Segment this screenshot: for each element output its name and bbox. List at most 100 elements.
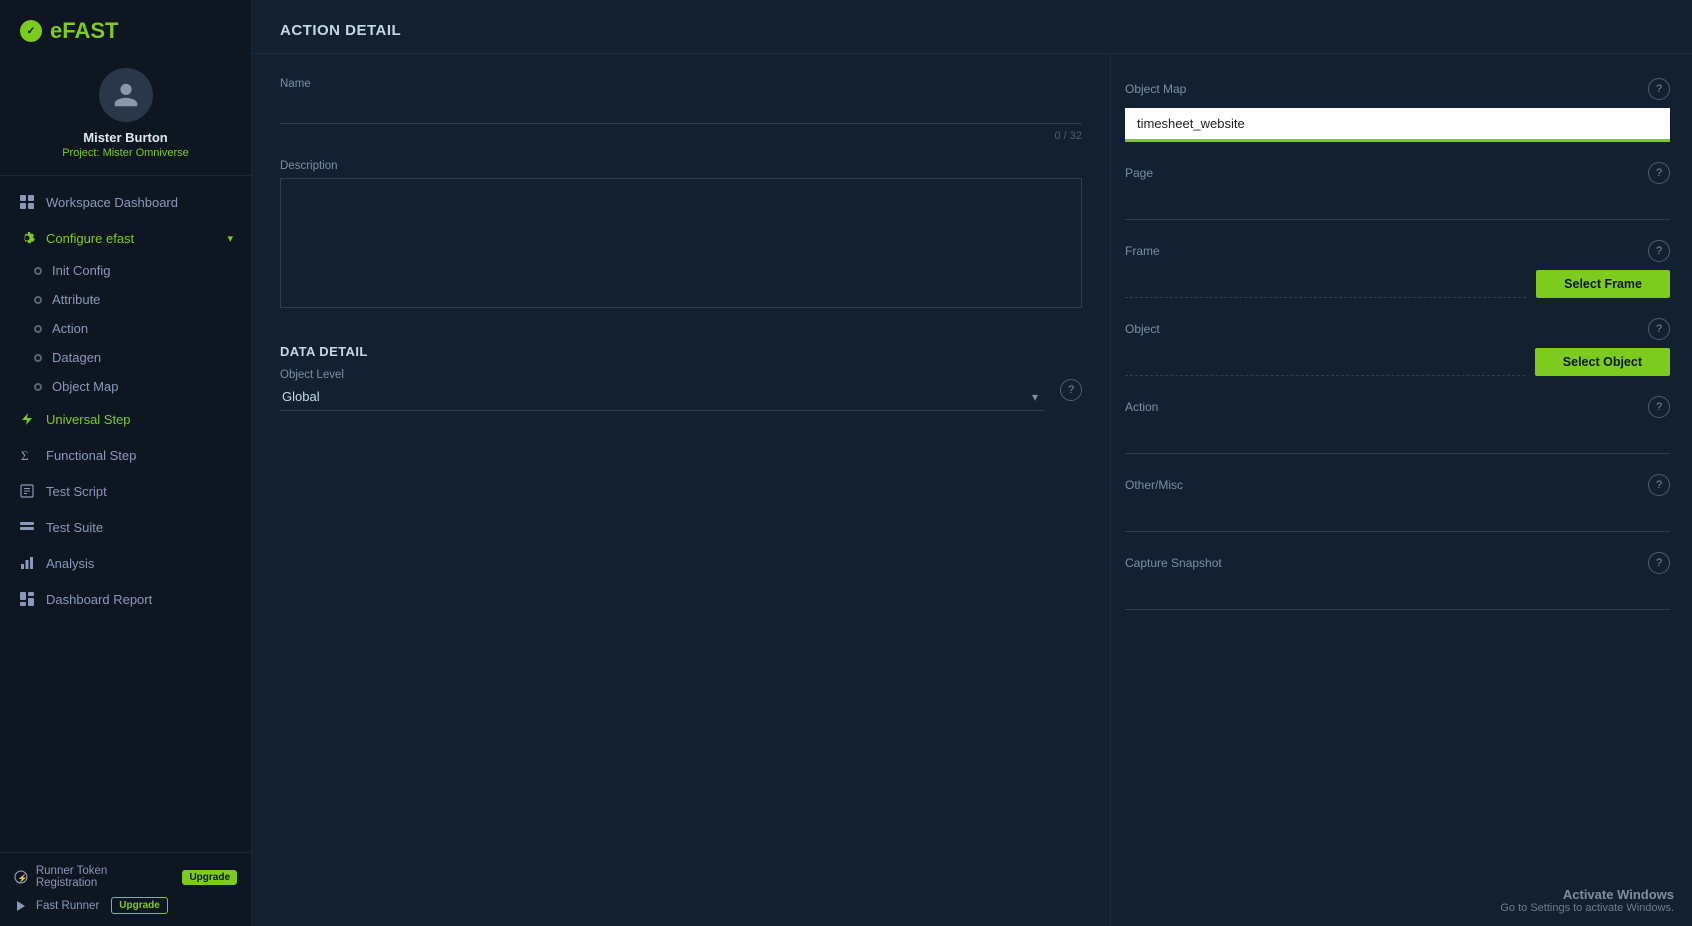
- other-misc-header: Other/Misc ?: [1125, 474, 1670, 496]
- sidebar-item-action[interactable]: Action: [34, 314, 251, 343]
- sidebar-item-workspace-dashboard[interactable]: Workspace Dashboard: [0, 184, 251, 220]
- sidebar-label-universal-step: Universal Step: [46, 412, 131, 427]
- sidebar-item-attribute[interactable]: Attribute: [34, 285, 251, 314]
- content-area: Name 0 / 32 Description DATA DETAIL Obje…: [252, 54, 1692, 926]
- grid-icon: [18, 193, 36, 211]
- frame-input-row: Select Frame: [1125, 270, 1670, 298]
- object-input-line: [1125, 348, 1525, 376]
- page-input[interactable]: [1125, 192, 1670, 220]
- data-detail-title: DATA DETAIL: [280, 344, 1082, 369]
- select-frame-button[interactable]: Select Frame: [1536, 270, 1670, 298]
- svg-text:⚡: ⚡: [17, 873, 27, 883]
- sidebar-item-init-config[interactable]: Init Config: [34, 256, 251, 285]
- sidebar-item-datagen[interactable]: Datagen: [34, 343, 251, 372]
- name-field-group: Name 0 / 32: [280, 78, 1082, 142]
- name-counter: 0 / 32: [280, 130, 1082, 142]
- dot-icon: [34, 296, 42, 304]
- main-content: ACTION DETAIL Name 0 / 32 Description DA…: [252, 0, 1692, 926]
- object-field: Object ? Select Object: [1125, 318, 1670, 376]
- sidebar-item-analysis[interactable]: Analysis: [0, 545, 251, 581]
- object-input-row: Select Object: [1125, 348, 1670, 376]
- capture-snapshot-field: Capture Snapshot ?: [1125, 552, 1670, 610]
- logo-text: eFAST: [50, 18, 118, 44]
- action-label: Action: [1125, 400, 1158, 414]
- page-header: Page ?: [1125, 162, 1670, 184]
- logo-area: ✓ eFAST: [0, 0, 251, 54]
- name-label: Name: [280, 78, 1082, 90]
- fast-runner-upgrade-badge[interactable]: Upgrade: [111, 897, 168, 914]
- object-level-help-btn[interactable]: ?: [1060, 379, 1082, 401]
- description-input[interactable]: [280, 178, 1082, 308]
- page-header: ACTION DETAIL: [252, 0, 1692, 54]
- capture-snapshot-label: Capture Snapshot: [1125, 556, 1222, 570]
- page-label: Page: [1125, 166, 1153, 180]
- frame-help-btn[interactable]: ?: [1648, 240, 1670, 262]
- dot-icon: [34, 383, 42, 391]
- fast-runner-item[interactable]: Fast Runner Upgrade: [14, 897, 237, 914]
- page-title: ACTION DETAIL: [280, 22, 1664, 39]
- right-panel: Object Map ? Page ? Frame ?: [1110, 54, 1690, 926]
- other-misc-input[interactable]: [1125, 504, 1670, 532]
- object-level-row: Object Level Global ?: [280, 369, 1082, 411]
- nav-list: Workspace Dashboard Configure efast ▾ In…: [0, 176, 251, 852]
- suite-icon: [18, 518, 36, 536]
- action-input[interactable]: [1125, 426, 1670, 454]
- object-map-input[interactable]: [1125, 108, 1670, 142]
- runner-token-item[interactable]: ⚡ Runner Token Registration Upgrade: [14, 865, 237, 889]
- description-field-group: Description: [280, 160, 1082, 308]
- user-section: Mister Burton Project: Mister Omniverse: [0, 54, 251, 176]
- sidebar-item-configure-efast[interactable]: Configure efast ▾: [0, 220, 251, 256]
- object-map-help-btn[interactable]: ?: [1648, 78, 1670, 100]
- svg-text:Σ: Σ: [21, 448, 29, 463]
- capture-snapshot-help-btn[interactable]: ?: [1648, 552, 1670, 574]
- configure-efast-submenu: Init Config Attribute Action Datagen Obj…: [0, 256, 251, 401]
- data-detail-section: DATA DETAIL Object Level Global ?: [280, 344, 1082, 411]
- select-object-button[interactable]: Select Object: [1535, 348, 1670, 376]
- other-misc-label: Other/Misc: [1125, 478, 1183, 492]
- other-misc-help-btn[interactable]: ?: [1648, 474, 1670, 496]
- logo-icon: ✓: [20, 20, 42, 42]
- sidebar-item-functional-step[interactable]: Σ Functional Step: [0, 437, 251, 473]
- frame-input-line: [1125, 270, 1526, 298]
- object-header: Object ?: [1125, 318, 1670, 340]
- object-level-group: Object Level Global: [280, 369, 1044, 411]
- lightning-icon: [18, 410, 36, 428]
- object-level-label: Object Level: [280, 369, 1044, 381]
- page-field: Page ?: [1125, 162, 1670, 220]
- script-icon: [18, 482, 36, 500]
- capture-snapshot-input[interactable]: [1125, 582, 1670, 610]
- sidebar-footer: ⚡ Runner Token Registration Upgrade Fast…: [0, 852, 251, 926]
- sidebar-item-universal-step[interactable]: Universal Step: [0, 401, 251, 437]
- name-input[interactable]: [280, 96, 1082, 124]
- runner-token-label: Runner Token Registration: [36, 865, 171, 889]
- sigma-icon: Σ: [18, 446, 36, 464]
- dot-icon: [34, 267, 42, 275]
- object-help-btn[interactable]: ?: [1648, 318, 1670, 340]
- object-map-header: Object Map ?: [1125, 78, 1670, 100]
- left-panel: Name 0 / 32 Description DATA DETAIL Obje…: [252, 54, 1110, 926]
- other-misc-field: Other/Misc ?: [1125, 474, 1670, 532]
- object-level-select[interactable]: Global: [280, 383, 1044, 411]
- user-project: Project: Mister Omniverse: [62, 147, 189, 159]
- chart-icon: [18, 554, 36, 572]
- capture-snapshot-header: Capture Snapshot ?: [1125, 552, 1670, 574]
- sidebar-item-test-script[interactable]: Test Script: [0, 473, 251, 509]
- object-map-field: Object Map ?: [1125, 78, 1670, 142]
- sidebar-item-test-suite[interactable]: Test Suite: [0, 509, 251, 545]
- action-help-btn[interactable]: ?: [1648, 396, 1670, 418]
- sidebar: ✓ eFAST Mister Burton Project: Mister Om…: [0, 0, 252, 926]
- fast-runner-label: Fast Runner: [36, 900, 99, 912]
- description-label: Description: [280, 160, 1082, 172]
- chevron-down-icon: ▾: [227, 232, 233, 245]
- action-header: Action ?: [1125, 396, 1670, 418]
- sidebar-item-object-map[interactable]: Object Map: [34, 372, 251, 401]
- object-label: Object: [1125, 322, 1160, 336]
- avatar: [99, 68, 153, 122]
- dot-icon: [34, 325, 42, 333]
- user-name: Mister Burton: [83, 130, 168, 145]
- dashboard-icon: [18, 590, 36, 608]
- runner-token-upgrade-badge[interactable]: Upgrade: [182, 870, 237, 885]
- sidebar-item-dashboard-report[interactable]: Dashboard Report: [0, 581, 251, 617]
- frame-header: Frame ?: [1125, 240, 1670, 262]
- page-help-btn[interactable]: ?: [1648, 162, 1670, 184]
